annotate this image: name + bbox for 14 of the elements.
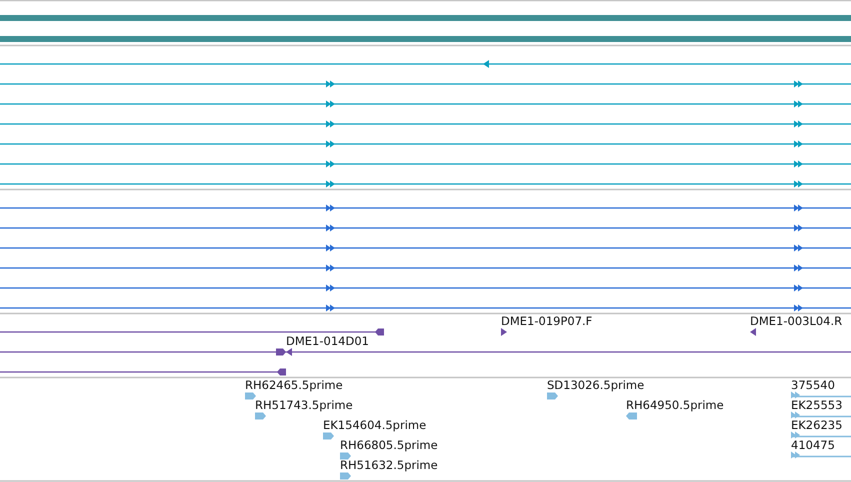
feature-label: RH64950.5prime <box>626 398 724 412</box>
feature-label: EK26235 <box>791 418 842 432</box>
feature-label: DME1-019P07.F <box>501 314 592 328</box>
feature-label: RH62465.5prime <box>245 378 343 392</box>
feature-label: EK154604.5prime <box>323 418 426 432</box>
feature-label: DME1-014D01 <box>286 334 369 348</box>
feature-label: RH51632.5prime <box>340 458 438 472</box>
feature-label: DME1-003L04.R <box>750 314 842 328</box>
feature-label: EK25553 <box>791 398 842 412</box>
feature-label: RH66805.5prime <box>340 438 438 452</box>
feature-label: RH51743.5prime <box>255 398 353 412</box>
feature-label: 375540 <box>791 378 835 392</box>
feature-label: SD13026.5prime <box>547 378 644 392</box>
feature-label: 410475 <box>791 438 835 452</box>
